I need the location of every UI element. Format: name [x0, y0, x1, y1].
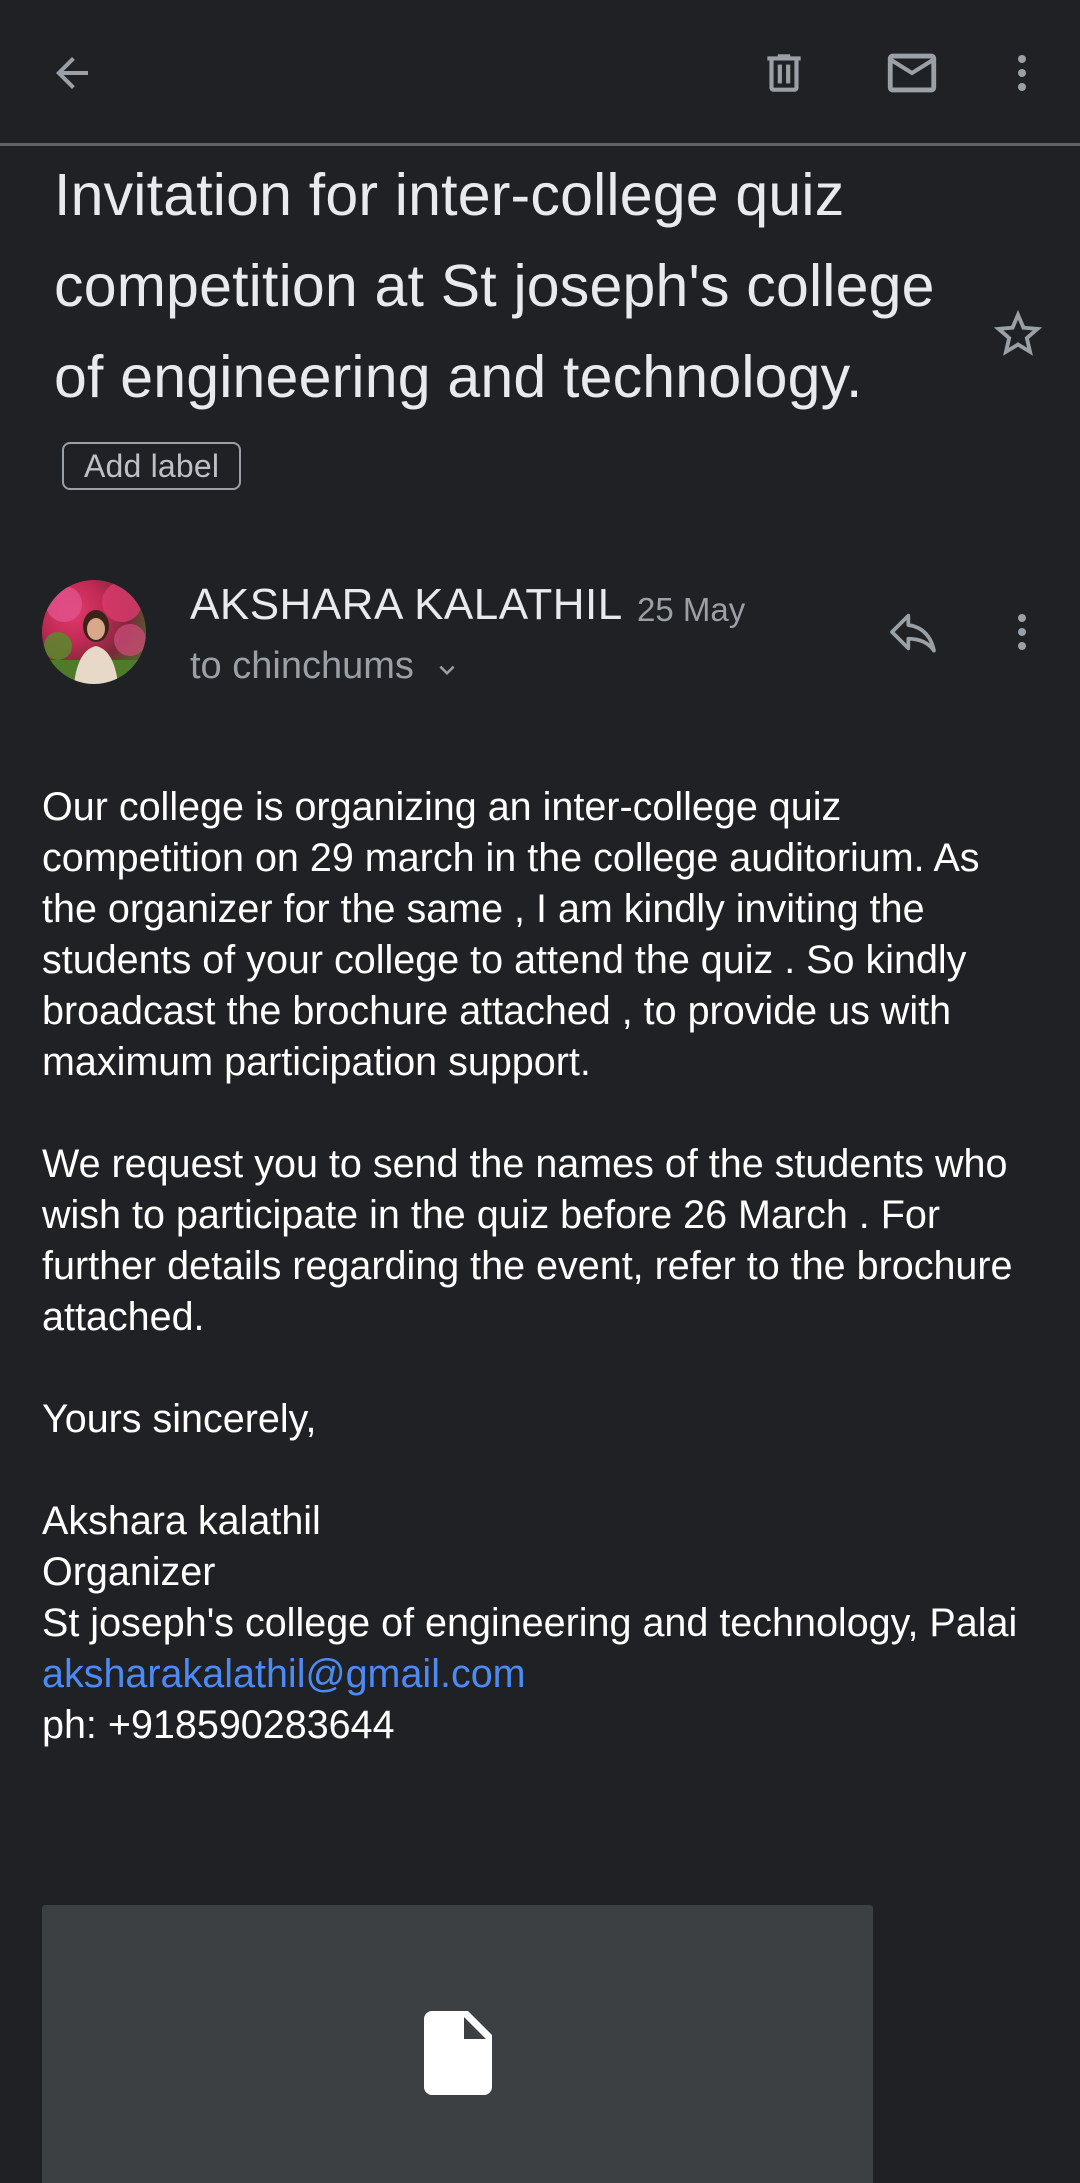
star-outline-icon: [993, 309, 1043, 356]
signature-email-link[interactable]: aksharakalathil@gmail.com: [42, 1652, 526, 1696]
file-icon: [424, 2011, 492, 2095]
email-subject: Invitation for inter-college quiz compet…: [54, 150, 954, 514]
avatar-photo: [42, 582, 146, 684]
sent-date: 25 May: [637, 591, 746, 628]
signature-title: Organizer: [42, 1550, 216, 1594]
mail-icon: [887, 53, 937, 93]
signature-college: St joseph's college of engineering and t…: [42, 1601, 1018, 1645]
signature-phone: ph: +918590283644: [42, 1703, 395, 1747]
body-paragraph-2: We request you to send the names of the …: [42, 1142, 1013, 1339]
recipient-text: to chinchums: [190, 645, 414, 687]
delete-button[interactable]: [744, 33, 824, 113]
recipient-details-toggle[interactable]: to chinchums: [190, 645, 462, 688]
body-paragraph-1: Our college is organizing an inter-colle…: [42, 785, 980, 1084]
star-button[interactable]: [978, 294, 1058, 374]
subject-text: Invitation for inter-college quiz compet…: [54, 162, 935, 410]
more-options-button[interactable]: [982, 33, 1062, 113]
back-button[interactable]: [32, 33, 112, 113]
top-app-bar: [0, 0, 1080, 146]
chevron-down-icon: [439, 665, 455, 675]
email-body: Our college is organizing an inter-colle…: [42, 782, 1042, 1751]
message-more-button[interactable]: [982, 592, 1062, 672]
sender-name: AKSHARA KALATHIL: [190, 580, 623, 629]
more-vert-icon: [1018, 55, 1026, 91]
arrow-back-icon: [56, 57, 88, 89]
reply-button[interactable]: [873, 592, 953, 672]
add-label-button[interactable]: Add label: [62, 442, 242, 491]
trash-icon: [767, 54, 801, 92]
email-view: Invitation for inter-college quiz compet…: [0, 0, 1080, 2183]
more-vert-icon: [1018, 614, 1026, 650]
attachment-card[interactable]: [42, 1905, 873, 2183]
sender-avatar[interactable]: [42, 580, 146, 684]
closing: Yours sincerely,: [42, 1397, 317, 1441]
reply-icon: [890, 613, 936, 653]
signature-name: Akshara kalathil: [42, 1499, 321, 1543]
mark-unread-button[interactable]: [872, 33, 952, 113]
